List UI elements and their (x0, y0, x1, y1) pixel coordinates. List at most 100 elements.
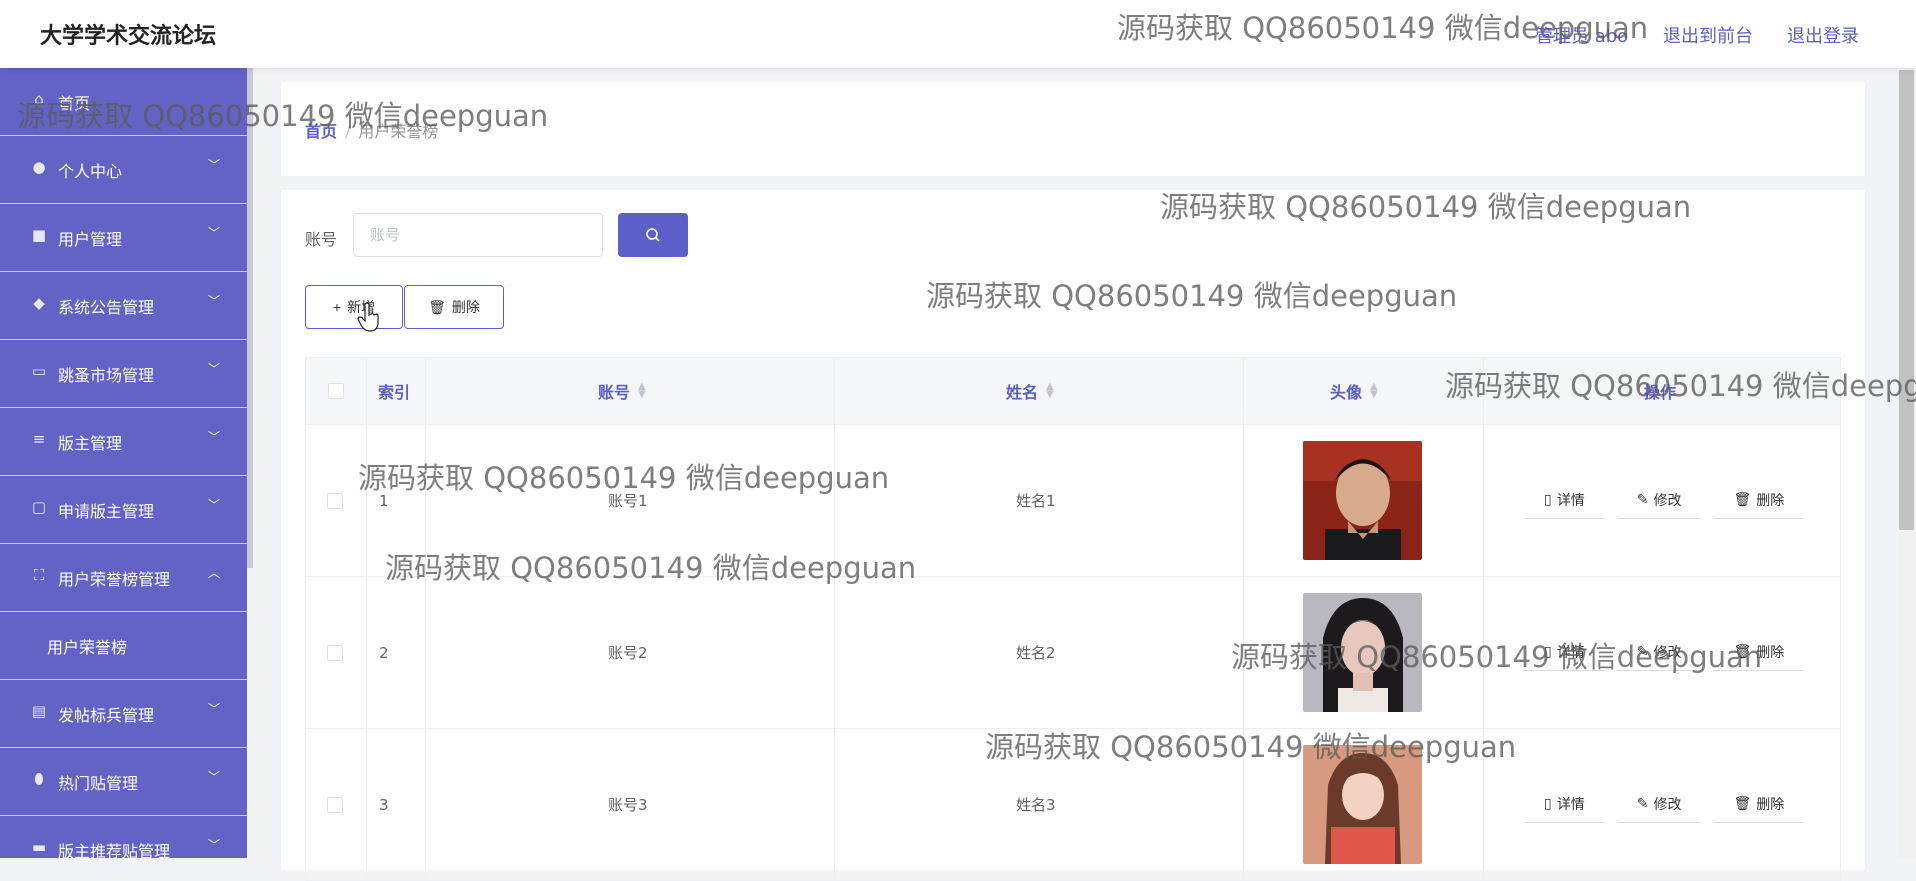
chevron-down-icon: ﹀ (208, 158, 221, 172)
page-scrollbar[interactable] (1897, 68, 1916, 858)
add-button[interactable]: + 新增 (305, 285, 403, 329)
sidebar-item-label: 热门贴管理 (58, 774, 139, 793)
sidebar-item-label: 用户管理 (58, 230, 123, 249)
detail-label: 详情 (1556, 797, 1585, 813)
home-icon: ⌂ (34, 90, 44, 108)
sidebar-item-announcement[interactable]: ◆ 系统公告管理 ﹀ (0, 272, 247, 340)
detail-label: 详情 (1556, 645, 1585, 661)
edit-icon: ✎ (1636, 492, 1649, 508)
detail-button[interactable]: ▯ 详情 (1524, 635, 1605, 671)
chevron-down-icon: ﹀ (208, 226, 221, 240)
row-checkbox[interactable] (327, 796, 343, 813)
sidebar-item-recommended-posts[interactable]: ▬ 版主推荐贴管理 ﹀ (0, 816, 247, 858)
header-index: 索引 (378, 383, 411, 402)
logout-link[interactable]: 退出登录 (1787, 22, 1859, 48)
chevron-down-icon: ﹀ (208, 702, 221, 716)
edit-button[interactable]: ✎ 修改 (1616, 635, 1702, 671)
search-button[interactable] (618, 213, 688, 257)
sidebar-item-user-management[interactable]: ■ 用户管理 ﹀ (0, 204, 247, 272)
select-all-checkbox[interactable] (328, 383, 344, 399)
sidebar-item-hot-posts[interactable]: ⬮ 热门贴管理 ﹀ (0, 748, 247, 816)
cell-avatar (1303, 729, 1422, 880)
sidebar-item-moderator[interactable]: ≡ 版主管理 ﹀ (0, 408, 247, 476)
sidebar-item-label: 个人中心 (58, 162, 123, 181)
header-ops: 操作 (1644, 383, 1677, 402)
sidebar-item-flea-market[interactable]: ▭ 跳蚤市场管理 ﹀ (0, 340, 247, 408)
briefcase-icon: ■ (31, 226, 47, 244)
admin-user-label: 管理员 abo (1535, 26, 1629, 47)
cell-name: 姓名3 (1016, 796, 1056, 814)
sidebar-item-label: 用户荣誉榜管理 (58, 570, 171, 589)
row-checkbox[interactable] (327, 644, 343, 661)
breadcrumb: 首页 / 用户荣誉榜 (305, 118, 438, 142)
sidebar-subitem-honor-list[interactable]: 用户荣誉榜 (0, 612, 247, 680)
delete-row-button[interactable]: 🗑 删除 (1713, 787, 1805, 823)
edit-label: 修改 (1653, 493, 1682, 509)
sort-icon[interactable]: ▲ ▼ (1370, 382, 1378, 400)
delete-label: 删除 (1756, 797, 1785, 813)
cell-actions: ▯ 详情 ✎ 修改 🗑 删除 (1524, 425, 1805, 576)
sort-icon[interactable]: ▲ ▼ (1046, 382, 1054, 400)
search-label: 账号 (305, 230, 338, 249)
breadcrumb-current: 用户荣誉榜 (358, 122, 439, 141)
header-avatar[interactable]: 头像 ▲ ▼ (1330, 358, 1378, 424)
cell-avatar (1303, 425, 1422, 576)
trash-icon: 🗑 (1733, 492, 1752, 508)
chevron-down-icon: ﹀ (208, 498, 221, 512)
chevron-down-icon: ﹀ (208, 770, 221, 784)
detail-button[interactable]: ▯ 详情 (1524, 483, 1605, 519)
edit-button[interactable]: ✎ 修改 (1616, 483, 1702, 519)
sidebar-item-label: 跳蚤市场管理 (58, 366, 155, 385)
location-icon: ◆ (33, 294, 45, 312)
scrollbar-thumb[interactable] (1899, 70, 1914, 530)
chat-icon: ▭ (31, 362, 47, 380)
exit-to-frontend-link[interactable]: 退出到前台 (1663, 22, 1753, 48)
chevron-down-icon: ﹀ (208, 294, 221, 308)
document-icon: ▯ (1544, 492, 1552, 508)
delete-row-button[interactable]: 🗑 删除 (1713, 483, 1805, 519)
detail-button[interactable]: ▯ 详情 (1524, 787, 1605, 823)
header-account-label: 账号 (598, 383, 631, 402)
cell-name: 姓名2 (1016, 644, 1056, 662)
sidebar-item-honor-list[interactable]: ⛶ 用户荣誉榜管理 ︿ (0, 544, 247, 612)
sidebar: ⌂ 首页 ● 个人中心 ﹀ ■ 用户管理 ﹀ ◆ 系统公告管理 ﹀ ▭ 跳蚤市场… (0, 68, 247, 858)
user-icon: ● (32, 158, 46, 176)
row-checkbox[interactable] (327, 492, 343, 509)
brand-title: 大学学术交流论坛 (40, 24, 217, 49)
edit-button[interactable]: ✎ 修改 (1616, 787, 1702, 823)
sidebar-scrollbar[interactable] (247, 68, 253, 568)
cell-account: 账号2 (608, 644, 648, 662)
account-search-input[interactable] (353, 213, 603, 257)
breadcrumb-card: 首页 / 用户荣誉榜 (281, 82, 1865, 176)
breadcrumb-home[interactable]: 首页 (305, 122, 337, 141)
delete-row-button[interactable]: 🗑 删除 (1713, 635, 1805, 671)
monitor-icon: ▢ (31, 498, 47, 516)
hand-cursor-icon (357, 302, 379, 332)
avatar (1303, 745, 1422, 864)
sidebar-item-label: 版主推荐贴管理 (58, 842, 171, 858)
header-name[interactable]: 姓名 ▲ ▼ (1006, 358, 1054, 424)
sidebar-item-home[interactable]: ⌂ 首页 (0, 68, 247, 136)
avatar (1303, 593, 1422, 712)
table-row: 2 账号2 姓名2 ▯ 详情 ✎ 修改 🗑 删除 (305, 577, 1841, 729)
edit-icon: ✎ (1636, 796, 1649, 812)
select-all-cell[interactable] (328, 358, 344, 424)
edit-label: 修改 (1653, 797, 1682, 813)
trash-icon: 🗑 (1733, 644, 1752, 660)
header-account[interactable]: 账号 ▲ ▼ (598, 358, 646, 424)
sidebar-item-label: 发帖标兵管理 (58, 706, 155, 725)
edit-label: 修改 (1653, 645, 1682, 661)
batch-delete-button[interactable]: 🗑 删除 (404, 285, 504, 329)
cell-account: 账号1 (608, 492, 648, 510)
sidebar-item-label: 申请版主管理 (58, 502, 155, 521)
sidebar-item-personal-center[interactable]: ● 个人中心 ﹀ (0, 136, 247, 204)
table-row: 3 账号3 姓名3 ▯ 详情 ✎ 修改 🗑 删除 (305, 729, 1841, 881)
sidebar-item-apply-moderator[interactable]: ▢ 申请版主管理 ﹀ (0, 476, 247, 544)
sidebar-item-posting-pioneer[interactable]: ▤ 发帖标兵管理 ﹀ (0, 680, 247, 748)
chevron-down-icon: ﹀ (208, 362, 221, 376)
sidebar-item-label: 版主管理 (58, 434, 123, 453)
chevron-down-icon: ﹀ (208, 838, 221, 852)
sidebar-item-label: 首页 (58, 94, 91, 113)
cell-account: 账号3 (608, 796, 648, 814)
sort-icon[interactable]: ▲ ▼ (638, 382, 646, 400)
